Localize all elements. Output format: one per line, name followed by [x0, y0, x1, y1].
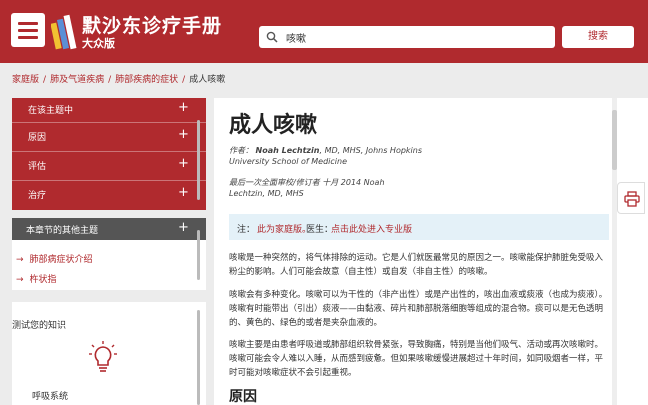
divider — [12, 151, 206, 152]
author-name[interactable]: Noah Lechtzin — [256, 146, 320, 155]
arrow-right-icon: → — [16, 275, 24, 285]
expand-icon: + — [178, 185, 189, 200]
print-button[interactable] — [617, 182, 645, 214]
notice-middle: 医生： — [306, 225, 334, 235]
article-scrollbar-thumb[interactable] — [612, 110, 617, 170]
breadcrumb: 家庭版 / 肺及气道疾病 / 肺部疾病的症状 / 成人咳嗽 — [12, 72, 225, 85]
expand-icon: + — [178, 156, 189, 171]
search-input-value: 咳嗽 — [286, 34, 306, 45]
review-line: Lechtzin, MD, MHS — [229, 189, 304, 198]
article-paragraph: 咳嗽会有多种变化。咳嗽可以为干性的（非产出性）或是产出性的，咳出血液或痰液（也成… — [229, 290, 608, 328]
brand-title[interactable]: 默沙东诊疗手册 — [82, 11, 222, 38]
other-topics-header-label: 本章节的其他主题 — [26, 226, 99, 236]
topic-nav-item-label: 评估 — [28, 162, 47, 172]
collapse-icon: + — [178, 100, 189, 115]
quiz-heading: 测试您的知识 — [12, 321, 67, 331]
topic-nav-item-causes[interactable]: 原因 + — [12, 125, 206, 147]
author-line: 作者： Noah Lechtzin, MD, MHS, Johns Hopkin… — [229, 145, 422, 156]
expand-icon: + — [178, 220, 189, 235]
hamburger-icon-bar — [18, 29, 38, 32]
sidebar-scrollbar[interactable] — [197, 230, 200, 280]
topic-nav-panel: 在该主题中 + 原因 + 评估 + 治疗 + — [12, 98, 206, 210]
breadcrumb-current: 成人咳嗽 — [189, 75, 226, 85]
topic-nav-header[interactable]: 在该主题中 + — [12, 98, 206, 120]
professional-version-link[interactable]: 点击此处进入专业版 — [331, 222, 412, 235]
article-paragraph: 咳嗽主要是由患者呼吸道或肺部组织软骨紧张，导致胸痛，特别是当他们吸气、活动或再次… — [229, 340, 604, 378]
brand-subtitle: 大众版 — [82, 37, 115, 50]
breadcrumb-separator: / — [43, 75, 47, 85]
version-notice: 注： 此为家庭版。 医生： 点击此处进入专业版 — [229, 214, 609, 240]
divider — [12, 122, 206, 123]
other-topic-link-label: 杵状指 — [29, 275, 57, 285]
section-heading: 原因 — [229, 389, 257, 405]
sidebar-scrollbar[interactable] — [197, 310, 200, 405]
sidebar-scrollbar[interactable] — [197, 120, 200, 200]
brand-logo[interactable] — [51, 11, 77, 51]
author-affiliation: University School of Medicine — [229, 157, 347, 166]
home-version-link[interactable]: 此为家庭版。 — [257, 222, 311, 235]
arrow-right-icon: → — [16, 255, 24, 265]
menu-button[interactable] — [11, 13, 45, 47]
search-icon — [266, 31, 278, 43]
topic-nav-item-label: 原因 — [28, 133, 47, 143]
other-topic-link[interactable]: → 杵状指 — [16, 272, 57, 285]
breadcrumb-lung-symptoms[interactable]: 肺部疾病的症状 — [115, 75, 178, 85]
expand-icon: + — [178, 127, 189, 142]
topic-nav-header-label: 在该主题中 — [28, 106, 74, 116]
other-topic-link[interactable]: → 肺部病症状介绍 — [16, 252, 93, 265]
search-button[interactable]: 搜索 — [562, 26, 634, 48]
other-topic-link-label: 肺部病症状介绍 — [29, 255, 93, 265]
article-paragraph: 咳嗽是一种突然的，将气体排除的运动。它是人们就医最常见的原因之一。咳嗽能保护肺脏… — [229, 253, 604, 277]
lightbulb-icon — [89, 341, 117, 372]
divider — [12, 180, 206, 181]
page-title: 成人咳嗽 — [229, 113, 318, 138]
other-topics-header[interactable]: 本章节的其他主题 + — [12, 218, 206, 240]
topic-nav-item-label: 治疗 — [28, 191, 47, 201]
hamburger-icon-bar — [18, 36, 38, 39]
breadcrumb-separator: / — [108, 75, 112, 85]
breadcrumb-home[interactable]: 家庭版 — [12, 75, 39, 85]
print-icon — [624, 191, 640, 207]
topic-nav-item-evaluation[interactable]: 评估 + — [12, 154, 206, 176]
topic-nav-item-treatment[interactable]: 治疗 + — [12, 183, 206, 205]
notice-prefix: 注： — [237, 225, 256, 235]
review-line: 最后一次全面审校/修订者 十月 2014 Noah — [229, 178, 385, 187]
breadcrumb-lung-diseases[interactable]: 肺及气道疾病 — [50, 75, 104, 85]
hamburger-icon — [18, 22, 38, 25]
author-prefix: 作者： — [229, 146, 253, 155]
quiz-card-label[interactable]: 呼吸系统 — [32, 389, 68, 402]
breadcrumb-separator: / — [182, 75, 186, 85]
search-input[interactable]: 咳嗽 — [259, 26, 555, 48]
author-credentials: , MD, MHS, Johns Hopkins — [319, 146, 423, 155]
